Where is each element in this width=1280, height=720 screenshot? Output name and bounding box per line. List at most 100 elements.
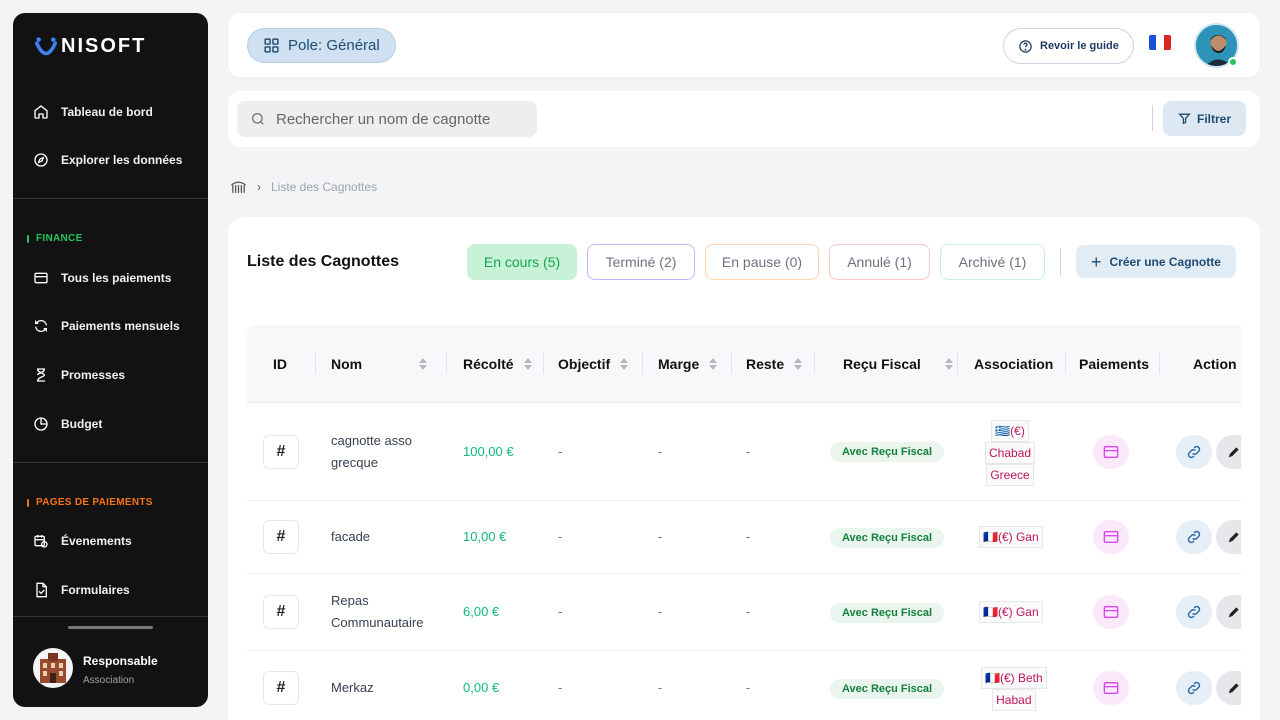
building-icon [40, 653, 66, 683]
sort-icon [794, 358, 803, 370]
table-row[interactable]: # Merkaz 0,00 € - - - Avec Reçu Fiscal 🇫… [247, 651, 1241, 720]
payments-button[interactable] [1093, 671, 1129, 705]
sidebar-item-explore[interactable]: Explorer les données [33, 152, 182, 168]
link-button[interactable] [1176, 435, 1212, 469]
language-flag-fr-icon[interactable] [1149, 35, 1171, 50]
search-input[interactable] [276, 110, 526, 128]
association-tag[interactable]: 🇬🇷(€) Chabad Greece [985, 420, 1036, 486]
link-button[interactable] [1176, 520, 1212, 554]
column-header-reste[interactable]: Reste [746, 325, 803, 403]
row-nom[interactable]: facade [331, 526, 441, 548]
edit-button[interactable] [1216, 595, 1241, 629]
profile-role: Association [83, 675, 135, 686]
association-tag-line: Chabad [985, 442, 1036, 464]
sidebar-scroll-handle[interactable] [68, 626, 153, 629]
tab-en-pause[interactable]: En pause (0) [705, 244, 819, 280]
payments-button[interactable] [1093, 595, 1129, 629]
tab-annule[interactable]: Annulé (1) [829, 244, 930, 280]
id-button[interactable]: # [263, 435, 299, 469]
edit-button[interactable] [1216, 671, 1241, 705]
guide-label: Revoir le guide [1040, 40, 1119, 52]
table-row[interactable]: # Repas Communautaire 6,00 € - - - Avec … [247, 574, 1241, 651]
guide-button[interactable]: Revoir le guide [1003, 28, 1134, 64]
column-header-marge[interactable]: Marge [658, 325, 718, 403]
column-header-recolte[interactable]: Récolté [463, 325, 532, 403]
payments-button[interactable] [1093, 435, 1129, 469]
pie-chart-icon [34, 417, 48, 431]
payments-button[interactable] [1093, 520, 1129, 554]
sidebar-item-dashboard[interactable]: Tableau de bord [33, 104, 153, 120]
hourglass-icon [37, 368, 46, 382]
column-header-action[interactable]: Action [1193, 325, 1237, 403]
link-button[interactable] [1176, 671, 1212, 705]
status-badge: Avec Reçu Fiscal [830, 603, 945, 623]
row-nom[interactable]: Repas Communautaire [331, 590, 441, 634]
edit-button[interactable] [1216, 435, 1241, 469]
column-header-objectif[interactable]: Objectif [558, 325, 629, 403]
avatar [33, 648, 73, 688]
section-payment-pages: PAGES DE PAIEMENTS [27, 497, 153, 508]
logo-mark-icon [35, 36, 57, 55]
column-header-recu-fiscal[interactable]: Reçu Fiscal [843, 325, 953, 403]
edit-button[interactable] [1216, 520, 1241, 554]
row-objectif: - [558, 604, 563, 619]
status-badge: Avec Reçu Fiscal [830, 679, 945, 699]
association-tag-line: 🇫🇷(€) Gan [979, 526, 1043, 548]
grid-icon [264, 38, 279, 53]
column-header-nom[interactable]: Nom [331, 325, 427, 403]
sidebar-item-label: Évenements [61, 534, 132, 548]
link-icon [1187, 681, 1201, 695]
top-bar: Pole: Général Revoir le guide [228, 13, 1260, 77]
row-recolte: 6,00 € [463, 604, 500, 619]
sidebar-item-events[interactable]: Évenements [33, 533, 132, 549]
association-tag-line: 🇫🇷(€) Gan [979, 601, 1043, 623]
divider [1152, 105, 1153, 131]
plus-icon: + [1091, 251, 1102, 272]
tab-en-cours[interactable]: En cours (5) [467, 244, 577, 280]
pencil-icon [1228, 683, 1239, 694]
table-row[interactable]: # facade 10,00 € - - - Avec Reçu Fiscal … [247, 501, 1241, 574]
pole-label: Pole: Général [288, 37, 380, 54]
brand-logo[interactable]: NISOFT [35, 35, 146, 58]
row-nom[interactable]: Merkaz [331, 677, 441, 699]
user-profile[interactable]: Responsable Association [33, 648, 193, 688]
pole-selector-button[interactable]: Pole: Général [247, 28, 396, 63]
sidebar-item-forms[interactable]: Formulaires [33, 582, 130, 598]
sidebar-item-label: Promesses [61, 368, 126, 382]
tab-archive[interactable]: Archivé (1) [940, 244, 1045, 280]
sidebar-item-label: Explorer les données [61, 153, 183, 167]
filter-icon [1178, 113, 1191, 125]
row-recolte: 0,00 € [463, 680, 500, 695]
association-tag[interactable]: 🇫🇷(€) Gan [979, 601, 1043, 623]
column-header-id[interactable]: ID [273, 325, 287, 403]
sidebar-item-label: Formulaires [61, 583, 130, 597]
association-tag-line: 🇫🇷(€) Beth [981, 667, 1047, 689]
sidebar-item-monthly-payments[interactable]: Paiements mensuels [33, 318, 180, 334]
tab-termine[interactable]: Terminé (2) [587, 244, 695, 280]
search-box [237, 101, 537, 137]
column-header-association[interactable]: Association [974, 325, 1053, 403]
row-reste: - [746, 680, 751, 695]
filter-label: Filtrer [1197, 111, 1232, 126]
filter-button[interactable]: Filtrer [1163, 101, 1247, 136]
sidebar-item-budget[interactable]: Budget [33, 416, 102, 432]
association-tag[interactable]: 🇫🇷(€) Beth Habad [981, 667, 1047, 711]
sidebar-item-label: Budget [61, 417, 103, 431]
divider [1060, 248, 1061, 276]
sidebar-item-all-payments[interactable]: Tous les paiements [33, 270, 171, 286]
sidebar-item-promises[interactable]: Promesses [33, 367, 125, 383]
id-button[interactable]: # [263, 595, 299, 629]
row-nom[interactable]: cagnotte asso grecque [331, 430, 441, 474]
sort-icon [945, 358, 953, 370]
create-cagnotte-button[interactable]: + Créer une Cagnotte [1076, 245, 1236, 278]
credit-card-icon [1103, 606, 1119, 618]
association-tag[interactable]: 🇫🇷(€) Gan [979, 526, 1043, 548]
association-tag-line: Habad [992, 689, 1036, 711]
id-button[interactable]: # [263, 671, 299, 705]
chevron-right-icon: › [257, 179, 261, 194]
id-button[interactable]: # [263, 520, 299, 554]
institution-icon[interactable] [230, 179, 247, 194]
table-row[interactable]: # cagnotte asso grecque 100,00 € - - - A… [247, 403, 1241, 501]
column-header-paiements[interactable]: Paiements [1079, 325, 1149, 403]
link-button[interactable] [1176, 595, 1212, 629]
